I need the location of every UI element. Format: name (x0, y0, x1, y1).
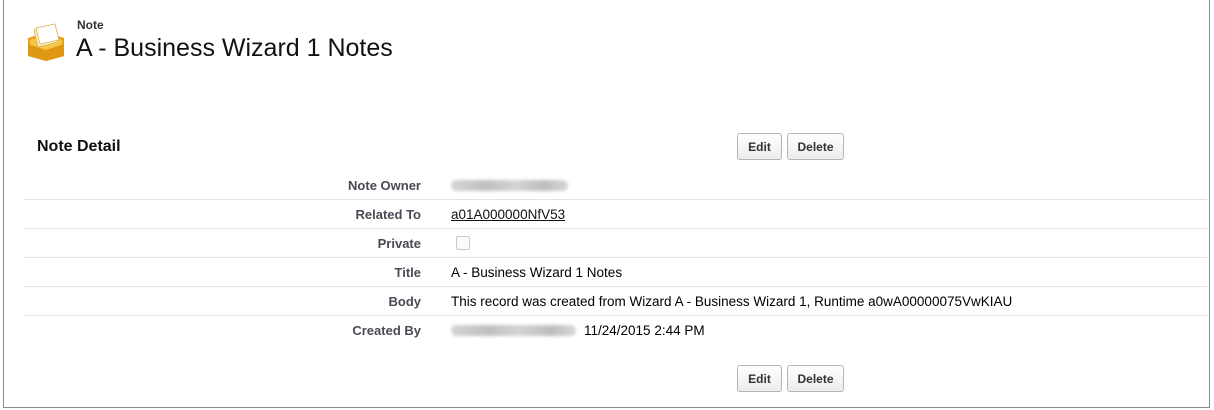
note-detail-page: Note A - Business Wizard 1 Notes Note De… (3, 0, 1210, 408)
bottom-button-bar: Edit Delete (737, 365, 844, 392)
field-row-body: Body This record was created from Wizard… (24, 287, 1207, 316)
delete-button[interactable]: Delete (787, 133, 844, 160)
private-value (451, 236, 470, 250)
edit-button[interactable]: Edit (737, 133, 782, 160)
body-label: Body (388, 293, 422, 309)
page-title: A - Business Wizard 1 Notes (76, 34, 393, 62)
field-row-title: Title A - Business Wizard 1 Notes (24, 258, 1207, 287)
note-owner-label: Note Owner (348, 177, 421, 193)
detail-fields: Note Owner Related To a01A000000NfV53 Pr… (24, 171, 1207, 345)
top-button-bar: Edit Delete (737, 133, 844, 160)
body-value: This record was created from Wizard A - … (451, 293, 1013, 309)
created-by-label: Created By (352, 323, 421, 338)
edit-button-bottom[interactable]: Edit (737, 365, 782, 392)
related-to-link[interactable]: a01A000000NfV53 (451, 207, 565, 222)
title-value: A - Business Wizard 1 Notes (451, 264, 623, 280)
note-owner-value[interactable] (451, 179, 568, 191)
redacted-owner-name (451, 179, 568, 191)
note-folder-icon (28, 23, 64, 61)
created-by-value: 11/24/2015 2:44 PM (451, 323, 705, 338)
delete-button-bottom[interactable]: Delete (787, 365, 844, 392)
related-to-label: Related To (355, 206, 422, 222)
redacted-creator-name[interactable] (451, 325, 576, 336)
title-label: Title (394, 264, 422, 280)
created-date: 11/24/2015 2:44 PM (584, 323, 705, 338)
field-row-created-by: Created By 11/24/2015 2:44 PM (24, 316, 1207, 345)
section-title: Note Detail (37, 138, 121, 155)
field-row-related-to: Related To a01A000000NfV53 (24, 200, 1207, 229)
record-type-label: Note (77, 18, 104, 32)
field-row-note-owner: Note Owner (24, 171, 1207, 200)
related-to-value-wrap: a01A000000NfV53 (451, 207, 565, 222)
field-row-private: Private (24, 229, 1207, 258)
private-label: Private (377, 235, 421, 251)
private-checkbox[interactable] (456, 236, 470, 250)
